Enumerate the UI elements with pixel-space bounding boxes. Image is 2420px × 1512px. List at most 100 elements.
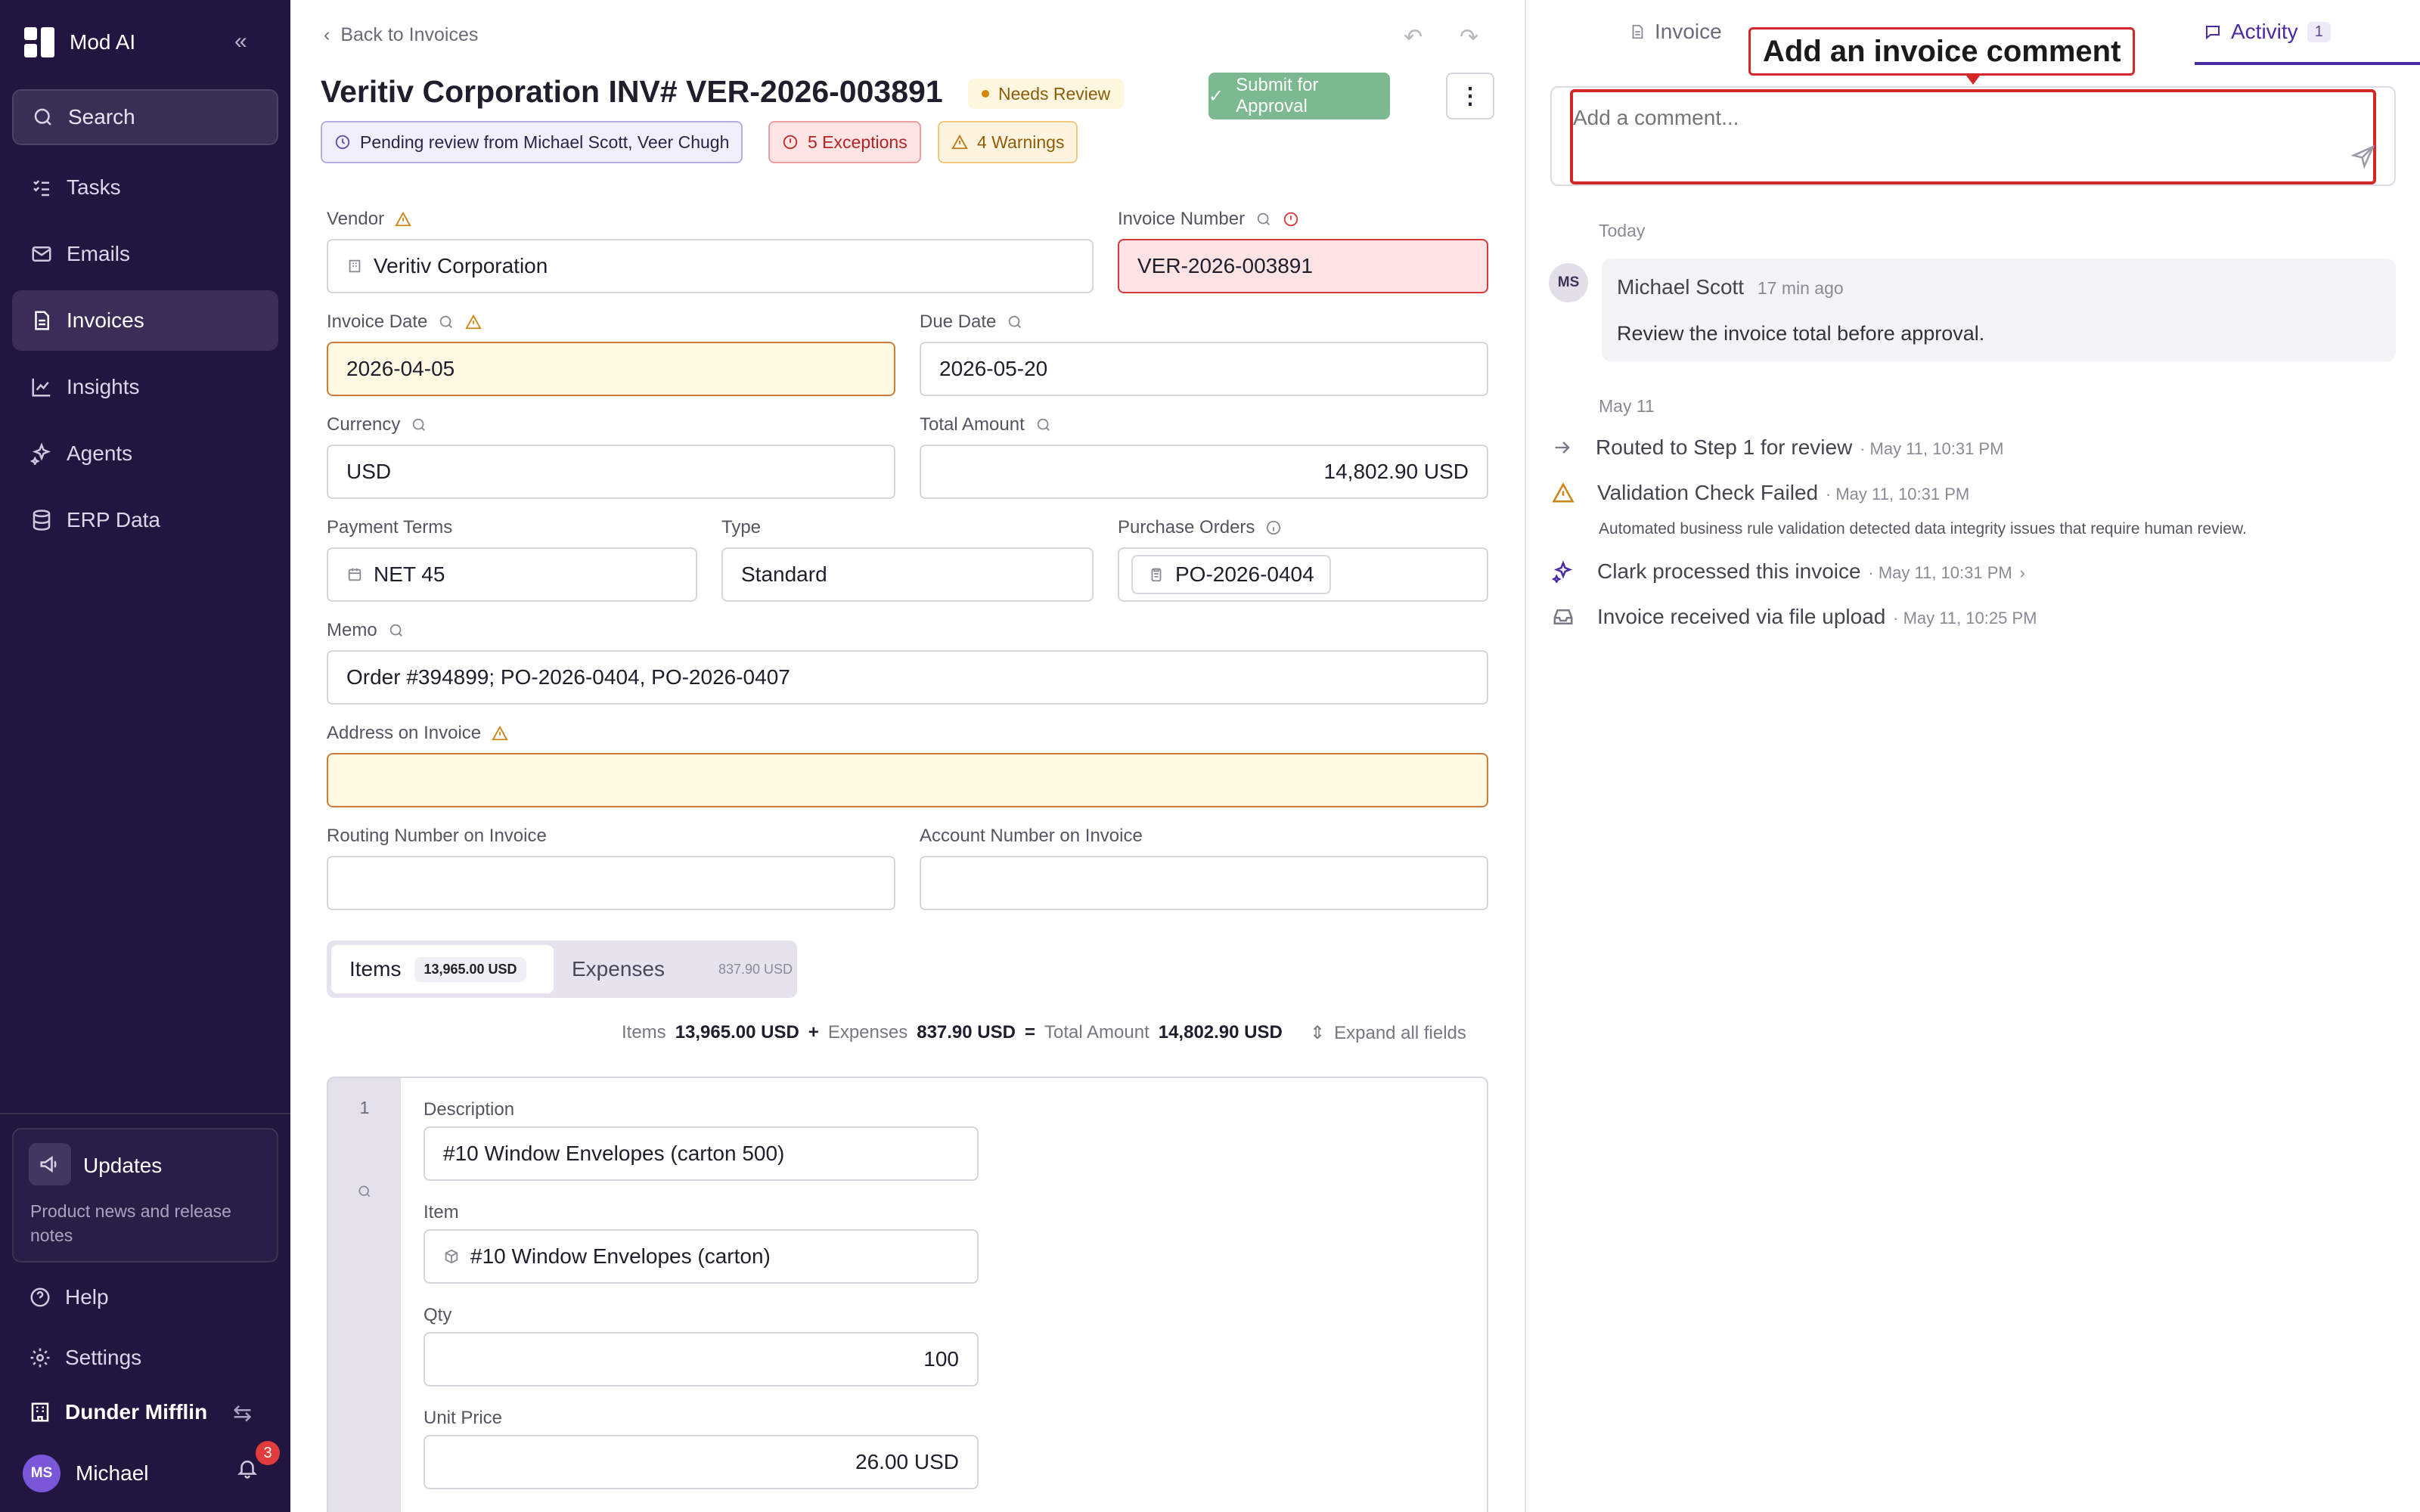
bell-icon[interactable] [236, 1456, 259, 1484]
status-dot-icon [982, 90, 989, 98]
submit-for-approval-button[interactable]: ✓ Submit for Approval [1208, 73, 1390, 119]
activity-time: · May 11, 10:31 PM [1860, 439, 2004, 458]
sparkles-icon [30, 442, 51, 465]
more-options-button[interactable]: ⋮ [1446, 73, 1494, 119]
warning-icon [492, 725, 508, 741]
send-icon[interactable] [2350, 144, 2376, 173]
sidebar-item-erp-data[interactable]: ERP Data [12, 490, 278, 550]
info-icon[interactable] [1265, 519, 1282, 536]
line-type-toggle: Items 13,965.00 USD Expenses 837.90 USD [327, 940, 797, 998]
payment-terms-field[interactable]: NET 45 [327, 547, 697, 602]
search-icon[interactable] [1255, 211, 1272, 228]
invoice-number-label: Invoice Number [1118, 209, 1299, 230]
comment-card: Michael Scott 17 min ago Review the invo… [1602, 259, 2396, 361]
exceptions-label: 5 Exceptions [808, 132, 908, 152]
updates-title: Updates [83, 1154, 163, 1177]
invoice-date-label: Invoice Date [327, 311, 482, 333]
updates-card[interactable]: Updates Product news and release notes [12, 1128, 278, 1263]
po-chip[interactable]: PO-2026-0404 [1131, 555, 1331, 594]
qty-field[interactable]: 100 [424, 1332, 979, 1387]
search-icon[interactable] [411, 417, 427, 433]
tab-invoice[interactable]: Invoice [1629, 20, 1722, 44]
status-label: Needs Review [998, 83, 1111, 104]
address-field[interactable] [327, 753, 1488, 807]
type-field[interactable]: Standard [721, 547, 1094, 602]
org-switcher[interactable]: Dunder Mifflin [29, 1400, 207, 1424]
database-icon [33, 510, 51, 531]
sidebar-item-label: Agents [67, 442, 133, 465]
tab-invoice-label: Invoice [1655, 20, 1722, 43]
label-text: Payment Terms [327, 517, 453, 538]
unit-price-field[interactable]: 26.00 USD [424, 1435, 979, 1489]
pending-review-chip[interactable]: Pending review from Michael Scott, Veer … [321, 121, 743, 163]
account-number-field[interactable] [920, 856, 1488, 910]
warning-icon [465, 314, 482, 330]
type-value: Standard [741, 562, 827, 586]
search-icon[interactable] [438, 314, 455, 330]
routing-number-label: Routing Number on Invoice [327, 826, 547, 847]
search-icon[interactable] [388, 622, 405, 639]
label-text: Address on Invoice [327, 723, 482, 743]
item-field[interactable]: #10 Window Envelopes (carton) [424, 1229, 979, 1284]
search-icon[interactable] [1007, 314, 1023, 330]
tab-expenses[interactable]: Expenses [572, 957, 665, 981]
check-icon: ✓ [1208, 85, 1224, 107]
line-item-rail: 1 [328, 1078, 401, 1512]
warnings-label: 4 Warnings [977, 132, 1065, 152]
megaphone-icon [29, 1143, 71, 1185]
sidebar-item-tasks[interactable]: Tasks [12, 157, 278, 218]
sidebar-item-insights[interactable]: Insights [12, 357, 278, 417]
invoice-icon [35, 311, 49, 330]
exceptions-chip[interactable]: 5 Exceptions [768, 121, 921, 163]
alert-circle-icon [1283, 212, 1298, 227]
back-link[interactable]: ‹ Back to Invoices [324, 24, 478, 46]
label-text: Vendor [327, 209, 385, 229]
label-text: Due Date [920, 311, 997, 332]
account-number-label: Account Number on Invoice [920, 826, 1143, 847]
comment-input[interactable] [1570, 89, 2376, 184]
settings-link[interactable]: Settings [29, 1346, 141, 1370]
memo-field[interactable]: Order #394899; PO-2026-0404, PO-2026-040… [327, 650, 1488, 705]
expand-all-button[interactable]: ⇕ Expand all fields [1310, 1022, 1466, 1044]
po-value: PO-2026-0404 [1175, 562, 1314, 586]
invoice-date-field[interactable]: 2026-04-05 [327, 342, 895, 396]
vendor-field[interactable]: Veritiv Corporation [327, 239, 1094, 293]
sidebar-item-invoices[interactable]: Invoices [12, 290, 278, 351]
invoice-number-field[interactable]: VER-2026-003891 [1118, 239, 1488, 293]
switch-org-icon[interactable]: ⇆ [233, 1400, 252, 1427]
search-icon[interactable] [1035, 417, 1052, 433]
description-value: #10 Window Envelopes (carton 500) [443, 1142, 785, 1165]
tab-items[interactable]: Items 13,965.00 USD [331, 945, 554, 993]
totals-summary: Items 13,965.00 USD + Expenses 837.90 US… [622, 1022, 1283, 1043]
label-text: Purchase Orders [1118, 517, 1255, 538]
redo-icon[interactable]: ↷ [1460, 24, 1478, 51]
item-value: #10 Window Envelopes (carton) [470, 1244, 771, 1268]
purchase-orders-field[interactable]: PO-2026-0404 [1118, 547, 1488, 602]
label-text: Routing Number on Invoice [327, 826, 547, 846]
arrow-right-icon [1555, 442, 1570, 454]
activity-item-clark[interactable]: Clark processed this invoice · May 11, 1… [1552, 559, 2025, 584]
undo-icon[interactable]: ↶ [1404, 24, 1423, 51]
memo-value: Order #394899; PO-2026-0404, PO-2026-040… [346, 665, 790, 689]
warnings-chip[interactable]: 4 Warnings [938, 121, 1078, 163]
sidebar-item-agents[interactable]: Agents [12, 423, 278, 484]
total-amount-field[interactable]: 14,802.90 USD [920, 445, 1488, 499]
clipboard-icon [1151, 568, 1162, 582]
search-icon [34, 108, 51, 125]
alert-circle-icon [783, 135, 798, 150]
expenses-total-value: 837.90 USD [917, 1022, 1016, 1043]
search-button[interactable]: Search [12, 89, 278, 145]
search-icon[interactable] [357, 1184, 372, 1203]
description-field[interactable]: #10 Window Envelopes (carton 500) [424, 1126, 979, 1181]
tab-activity[interactable]: Activity 1 [2204, 20, 2331, 44]
brand[interactable]: Mod AI [24, 26, 135, 59]
currency-field[interactable]: USD [327, 445, 895, 499]
routing-number-field[interactable] [327, 856, 895, 910]
user-menu[interactable]: MS Michael [23, 1455, 148, 1492]
due-date-field[interactable]: 2026-05-20 [920, 342, 1488, 396]
sidebar-item-emails[interactable]: Emails [12, 224, 278, 284]
collapse-sidebar-icon[interactable]: « [234, 29, 247, 54]
invoice-number-value: VER-2026-003891 [1137, 254, 1313, 277]
help-link[interactable]: Help [29, 1285, 109, 1309]
submit-label: Submit for Approval [1236, 75, 1319, 116]
